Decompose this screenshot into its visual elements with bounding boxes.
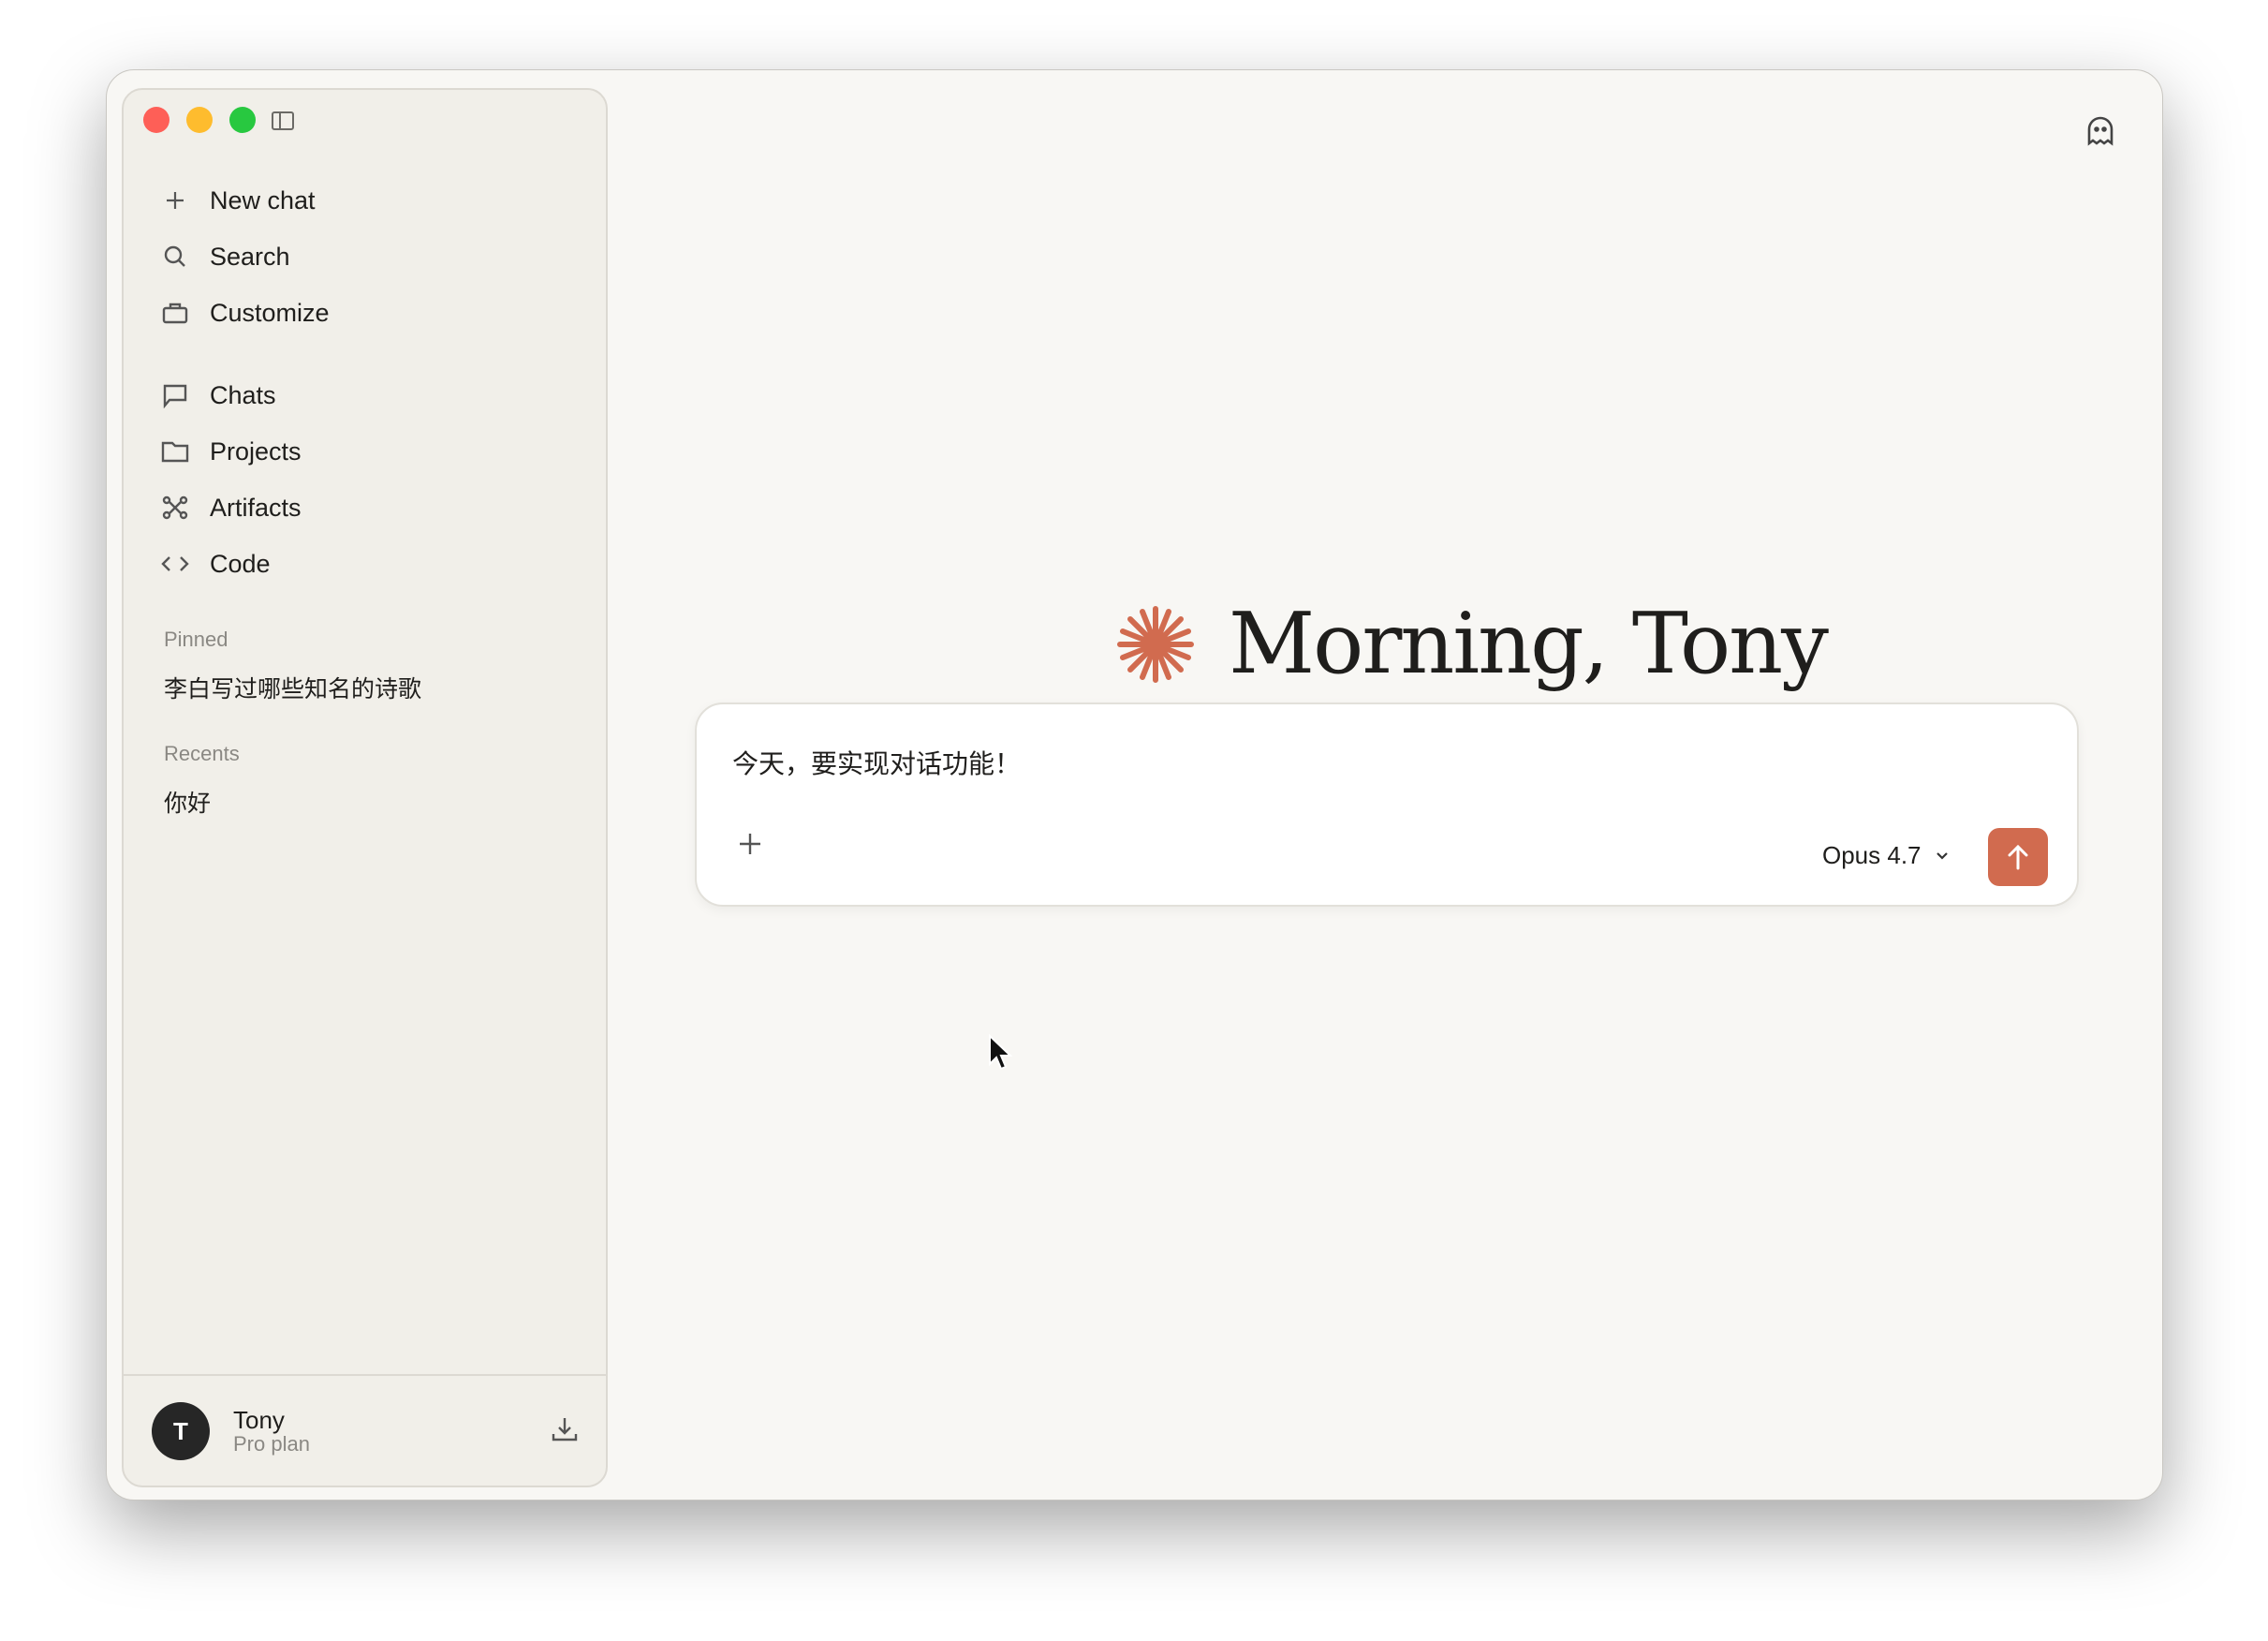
chat-bubble-icon [159,379,191,411]
nav-label: Code [210,549,271,578]
folder-icon [159,436,191,467]
briefcase-icon [159,297,191,329]
command-icon [159,492,191,524]
recent-chat-item[interactable]: 你好 [164,785,211,819]
arrow-up-icon [2008,844,2028,870]
greeting-text: Morning, Tony [1229,595,1829,693]
sidebar-item-code[interactable]: Code [159,543,271,584]
search-button[interactable]: Search [159,236,290,277]
nav-label: Search [210,242,290,271]
close-window-button[interactable] [143,107,169,133]
plus-icon [159,185,191,216]
nav-label: New chat [210,185,316,214]
nav-label: Chats [210,380,276,409]
send-button[interactable] [1988,828,2048,886]
user-plan: Pro plan [233,1432,310,1456]
sidebar-toggle-icon[interactable] [272,111,294,130]
customize-button[interactable]: Customize [159,292,330,333]
user-name: Tony [233,1406,285,1434]
nav-label: Artifacts [210,493,302,522]
code-icon [159,548,191,580]
message-composer[interactable]: 今天，要实现对话功能！ Opus 4.7 [695,702,2079,907]
model-selector[interactable]: Opus 4.7 [1822,841,1950,870]
sidebar: New chat Search Customize Chats Projects… [122,88,608,1487]
pinned-heading: Pinned [164,628,228,651]
minimize-window-button[interactable] [186,107,213,133]
message-input[interactable]: 今天，要实现对话功能！ [732,744,1021,781]
mouse-cursor-icon [989,1034,1012,1071]
claude-logo-icon [1117,605,1194,683]
ghost-incognito-icon[interactable] [2084,115,2116,152]
nav-label: Projects [210,436,302,466]
model-name: Opus 4.7 [1822,841,1922,869]
user-footer[interactable]: T Tony Pro plan [124,1374,606,1487]
add-attachment-button[interactable] [738,832,762,861]
download-icon[interactable] [551,1415,579,1448]
maximize-window-button[interactable] [229,107,256,133]
chevron-down-icon [1936,851,1948,860]
new-chat-button[interactable]: New chat [159,180,316,221]
app-window: New chat Search Customize Chats Projects… [106,69,2163,1501]
pinned-chat-item[interactable]: 李白写过哪些知名的诗歌 [164,671,421,704]
greeting: Morning, Tony [1116,595,1829,693]
nav-label: Customize [210,298,330,327]
sidebar-item-projects[interactable]: Projects [159,431,302,472]
sidebar-item-chats[interactable]: Chats [159,375,276,416]
search-icon [159,241,191,273]
avatar: T [152,1402,210,1460]
recents-heading: Recents [164,742,240,765]
sidebar-item-artifacts[interactable]: Artifacts [159,487,302,528]
